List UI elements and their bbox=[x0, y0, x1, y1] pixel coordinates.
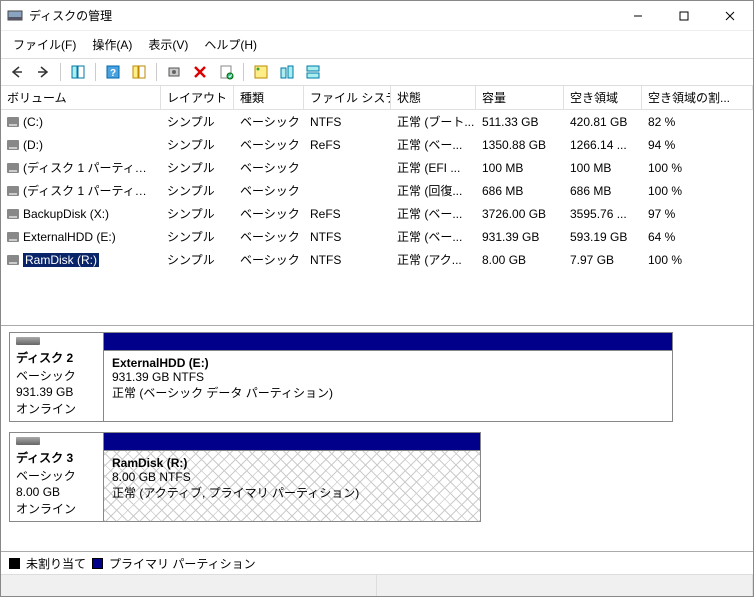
col-type[interactable]: 種類 bbox=[234, 86, 304, 109]
table-row[interactable]: (ディスク 1 パーティシ...シンプルベーシック正常 (回復...686 MB… bbox=[1, 179, 753, 202]
disk-3-header: ディスク 3 ベーシック 8.00 GB オンライン bbox=[9, 432, 103, 522]
menubar: ファイル(F) 操作(A) 表示(V) ヘルプ(H) bbox=[1, 31, 753, 58]
toolbar-button-c[interactable] bbox=[275, 61, 299, 83]
toolbar: ? bbox=[1, 58, 753, 86]
disk-icon bbox=[16, 437, 40, 445]
disk-2-size: 931.39 GB bbox=[16, 385, 97, 399]
volume-name: (ディスク 1 パーティシ... bbox=[23, 159, 155, 176]
disk-graphic-panel[interactable]: ディスク 2 ベーシック 931.39 GB オンライン ExternalHDD… bbox=[1, 326, 753, 552]
col-layout[interactable]: レイアウト bbox=[161, 86, 234, 109]
disk-3-name: ディスク 3 bbox=[16, 449, 97, 466]
table-row[interactable]: ExternalHDD (E:)シンプルベーシックNTFS正常 (ベー...93… bbox=[1, 225, 753, 248]
volume-name: (ディスク 1 パーティシ... bbox=[23, 182, 155, 199]
app-icon bbox=[7, 8, 23, 24]
menu-action[interactable]: 操作(A) bbox=[84, 33, 140, 56]
refresh-button[interactable] bbox=[162, 61, 186, 83]
volume-icon bbox=[7, 209, 19, 219]
table-row[interactable]: RamDisk (R:)シンプルベーシックNTFS正常 (アク...8.00 G… bbox=[1, 248, 753, 271]
legend-unallocated-label: 未割り当て bbox=[26, 555, 86, 572]
table-row[interactable]: (ディスク 1 パーティシ...シンプルベーシック正常 (EFI ...100 … bbox=[1, 156, 753, 179]
col-freepct[interactable]: 空き領域の割... bbox=[642, 86, 753, 109]
disk-3[interactable]: ディスク 3 ベーシック 8.00 GB オンライン RamDisk (R:) … bbox=[9, 432, 745, 522]
maximize-button[interactable] bbox=[661, 1, 707, 31]
disk-3-status: オンライン bbox=[16, 500, 97, 517]
window-title: ディスクの管理 bbox=[29, 7, 615, 24]
legend-primary-swatch bbox=[92, 558, 103, 569]
properties-button[interactable] bbox=[214, 61, 238, 83]
volume-icon bbox=[7, 117, 19, 127]
volume-icon bbox=[7, 232, 19, 242]
disk-2[interactable]: ディスク 2 ベーシック 931.39 GB オンライン ExternalHDD… bbox=[9, 332, 745, 422]
show-hide-tree-button[interactable] bbox=[66, 61, 90, 83]
volume-icon bbox=[7, 163, 19, 173]
table-row[interactable]: BackupDisk (X:)シンプルベーシックReFS正常 (ベー...372… bbox=[1, 202, 753, 225]
volume-list[interactable]: ボリューム レイアウト 種類 ファイル システム 状態 容量 空き領域 空き領域… bbox=[1, 86, 753, 326]
disk-2-type: ベーシック bbox=[16, 367, 97, 384]
toolbar-button-b[interactable] bbox=[249, 61, 273, 83]
volume-icon bbox=[7, 255, 19, 265]
toolbar-button-a[interactable] bbox=[127, 61, 151, 83]
table-row[interactable]: (D:)シンプルベーシックReFS正常 (ベー...1350.88 GB1266… bbox=[1, 133, 753, 156]
statusbar bbox=[1, 574, 753, 596]
volume-name: RamDisk (R:) bbox=[23, 253, 99, 267]
delete-button[interactable] bbox=[188, 61, 212, 83]
forward-button[interactable] bbox=[31, 61, 55, 83]
disk-3-vol-status: 正常 (アクティブ, プライマリ パーティション) bbox=[112, 484, 472, 501]
volume-name: ExternalHDD (E:) bbox=[23, 230, 116, 244]
legend-unallocated-swatch bbox=[9, 558, 20, 569]
col-filesystem[interactable]: ファイル システム bbox=[304, 86, 391, 109]
minimize-button[interactable] bbox=[615, 1, 661, 31]
menu-file[interactable]: ファイル(F) bbox=[5, 33, 84, 56]
disk-3-type: ベーシック bbox=[16, 467, 97, 484]
close-button[interactable] bbox=[707, 1, 753, 31]
disk-3-vol-name: RamDisk (R:) bbox=[112, 456, 187, 470]
col-capacity[interactable]: 容量 bbox=[476, 86, 564, 109]
volume-icon bbox=[7, 140, 19, 150]
disk-2-vol-size: 931.39 GB NTFS bbox=[112, 370, 664, 384]
disk-2-name: ディスク 2 bbox=[16, 349, 97, 366]
help-button[interactable]: ? bbox=[101, 61, 125, 83]
disk-2-header: ディスク 2 ベーシック 931.39 GB オンライン bbox=[9, 332, 103, 422]
col-status[interactable]: 状態 bbox=[391, 86, 476, 109]
legend-primary-label: プライマリ パーティション bbox=[109, 555, 256, 572]
disk-2-partition-cap bbox=[103, 332, 673, 350]
col-volume[interactable]: ボリューム bbox=[1, 86, 161, 109]
disk-2-status: オンライン bbox=[16, 400, 97, 417]
svg-text:?: ? bbox=[110, 68, 116, 79]
volume-name: BackupDisk (X:) bbox=[23, 207, 109, 221]
back-button[interactable] bbox=[5, 61, 29, 83]
disk-2-partition[interactable]: ExternalHDD (E:) 931.39 GB NTFS 正常 (ベーシッ… bbox=[103, 350, 673, 422]
column-headers: ボリューム レイアウト 種類 ファイル システム 状態 容量 空き領域 空き領域… bbox=[1, 86, 753, 110]
volume-name: (C:) bbox=[23, 115, 43, 129]
col-free[interactable]: 空き領域 bbox=[564, 86, 642, 109]
disk-3-vol-size: 8.00 GB NTFS bbox=[112, 470, 472, 484]
volume-icon bbox=[7, 186, 19, 196]
disk-2-vol-status: 正常 (ベーシック データ パーティション) bbox=[112, 384, 664, 401]
disk-3-partition[interactable]: RamDisk (R:) 8.00 GB NTFS 正常 (アクティブ, プライ… bbox=[103, 450, 481, 522]
disk-2-vol-name: ExternalHDD (E:) bbox=[112, 356, 209, 370]
titlebar: ディスクの管理 bbox=[1, 1, 753, 31]
volume-name: (D:) bbox=[23, 138, 43, 152]
table-row[interactable]: (C:)シンプルベーシックNTFS正常 (ブート...511.33 GB420.… bbox=[1, 110, 753, 133]
menu-view[interactable]: 表示(V) bbox=[140, 33, 196, 56]
disk-3-size: 8.00 GB bbox=[16, 485, 97, 499]
toolbar-button-d[interactable] bbox=[301, 61, 325, 83]
legend: 未割り当て プライマリ パーティション bbox=[1, 552, 753, 574]
disk-icon bbox=[16, 337, 40, 345]
menu-help[interactable]: ヘルプ(H) bbox=[196, 33, 265, 56]
disk-3-partition-cap bbox=[103, 432, 481, 450]
